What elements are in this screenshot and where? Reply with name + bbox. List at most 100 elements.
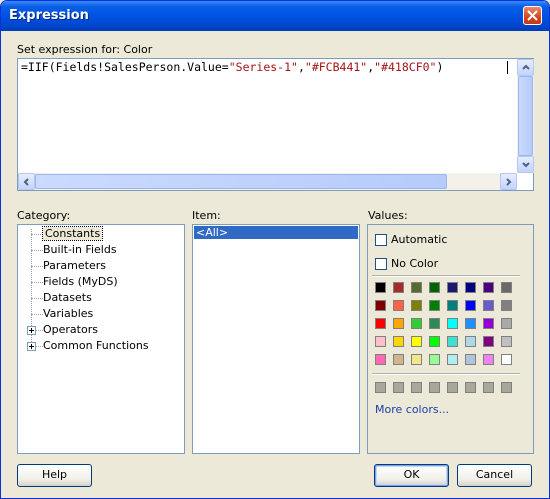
color-swatch[interactable] [375, 354, 386, 365]
close-button[interactable] [523, 6, 542, 25]
recent-color-swatch[interactable] [447, 382, 458, 393]
color-swatch[interactable] [447, 336, 458, 347]
color-swatch[interactable] [411, 282, 422, 293]
vertical-scroll-thumb[interactable] [518, 76, 533, 156]
no-color-label: No Color [391, 257, 439, 270]
expression-dialog: Expression Set expression for: Color =II… [0, 0, 550, 499]
color-swatch[interactable] [447, 318, 458, 329]
horizontal-scroll-thumb[interactable] [35, 174, 447, 189]
separator [372, 373, 520, 375]
values-label: Values: [368, 209, 408, 222]
color-swatch[interactable] [411, 354, 422, 365]
expression-token: "Series-1" [228, 60, 298, 74]
recent-color-swatch[interactable] [429, 382, 440, 393]
color-swatch[interactable] [393, 282, 404, 293]
tree-item-datasets[interactable]: Datasets [43, 291, 92, 305]
expression-vertical-scrollbar[interactable] [517, 59, 534, 173]
color-swatch[interactable] [501, 318, 512, 329]
recent-color-swatch[interactable] [393, 382, 404, 393]
tree-item-fields[interactable]: Fields (MyDS) [43, 275, 118, 289]
item-list[interactable]: <All> [192, 224, 360, 454]
help-button[interactable]: Help [17, 464, 92, 487]
tree-item-variables[interactable]: Variables [43, 307, 93, 321]
color-swatch[interactable] [447, 354, 458, 365]
color-swatch[interactable] [501, 354, 512, 365]
color-swatch[interactable] [483, 354, 494, 365]
color-swatch[interactable] [483, 300, 494, 311]
recent-color-swatch[interactable] [501, 382, 512, 393]
scroll-down-button[interactable] [517, 156, 534, 173]
color-swatch[interactable] [393, 354, 404, 365]
color-swatch[interactable] [483, 318, 494, 329]
expression-text[interactable]: =IIF(Fields!SalesPerson.Value="Series-1"… [21, 60, 443, 74]
color-swatch[interactable] [465, 318, 476, 329]
color-swatch[interactable] [393, 300, 404, 311]
dialog-title: Expression [9, 8, 89, 23]
color-swatch[interactable] [501, 336, 512, 347]
color-swatch[interactable] [483, 336, 494, 347]
list-item-all[interactable]: <All> [194, 226, 358, 239]
color-swatch[interactable] [429, 354, 440, 365]
color-swatch[interactable] [447, 282, 458, 293]
scroll-up-button[interactable] [517, 59, 534, 76]
color-swatch[interactable] [375, 282, 386, 293]
color-swatch[interactable] [465, 300, 476, 311]
ok-button[interactable]: OK [374, 464, 449, 487]
expand-common-functions-icon[interactable] [27, 342, 36, 351]
chevron-right-icon [506, 178, 512, 186]
recent-color-swatch[interactable] [465, 382, 476, 393]
color-swatch[interactable] [501, 300, 512, 311]
color-swatch[interactable] [393, 318, 404, 329]
automatic-checkbox[interactable] [375, 234, 387, 246]
color-swatch[interactable] [447, 300, 458, 311]
color-swatch[interactable] [393, 336, 404, 347]
color-swatch[interactable] [411, 318, 422, 329]
text-caret [507, 61, 508, 74]
color-swatch[interactable] [429, 336, 440, 347]
tree-item-built-in-fields[interactable]: Built-in Fields [43, 243, 117, 257]
color-swatch[interactable] [465, 354, 476, 365]
expression-token: , [297, 60, 305, 74]
color-swatch[interactable] [411, 336, 422, 347]
recent-color-swatch[interactable] [483, 382, 494, 393]
item-label: Item: [192, 209, 221, 222]
expression-token: "#418CF0" [374, 60, 437, 74]
tree-item-common-functions[interactable]: Common Functions [43, 339, 149, 353]
close-icon [527, 10, 538, 21]
recent-color-swatch[interactable] [375, 382, 386, 393]
more-colors-link[interactable]: More colors... [375, 403, 449, 416]
recent-color-swatch[interactable] [411, 382, 422, 393]
color-swatch[interactable] [375, 300, 386, 311]
color-swatch[interactable] [483, 282, 494, 293]
scroll-right-button[interactable] [500, 173, 517, 190]
separator [372, 275, 520, 277]
color-swatch[interactable] [429, 282, 440, 293]
color-swatch[interactable] [465, 336, 476, 347]
color-swatch[interactable] [429, 300, 440, 311]
values-panel: Automatic No Color More colors... [367, 224, 534, 454]
tree-item-constants[interactable]: Constants [41, 226, 104, 241]
expression-token: "#FCB441" [304, 60, 368, 74]
category-label: Category: [17, 209, 71, 222]
no-color-checkbox[interactable] [375, 258, 387, 270]
tree-item-operators[interactable]: Operators [43, 323, 98, 337]
scroll-left-button[interactable] [18, 173, 35, 190]
expression-token: =IIF(Fields!SalesPerson.Value= [21, 60, 229, 74]
color-swatch[interactable] [411, 300, 422, 311]
chevron-left-icon [23, 178, 29, 186]
chevron-up-icon [522, 64, 530, 70]
chevron-down-icon [522, 162, 530, 168]
color-swatch[interactable] [465, 282, 476, 293]
color-swatch[interactable] [375, 318, 386, 329]
title-bar[interactable]: Expression [1, 1, 549, 31]
category-tree[interactable]: Constants Built-in Fields Parameters Fie… [17, 224, 185, 454]
color-swatch[interactable] [375, 336, 386, 347]
expression-horizontal-scrollbar[interactable] [18, 173, 517, 190]
expand-operators-icon[interactable] [27, 326, 36, 335]
tree-item-parameters[interactable]: Parameters [43, 259, 106, 273]
expression-editor[interactable]: =IIF(Fields!SalesPerson.Value="Series-1"… [17, 58, 534, 191]
color-swatch[interactable] [501, 282, 512, 293]
cancel-button[interactable]: Cancel [457, 464, 532, 487]
expression-label: Set expression for: Color [17, 43, 153, 56]
color-swatch[interactable] [429, 318, 440, 329]
